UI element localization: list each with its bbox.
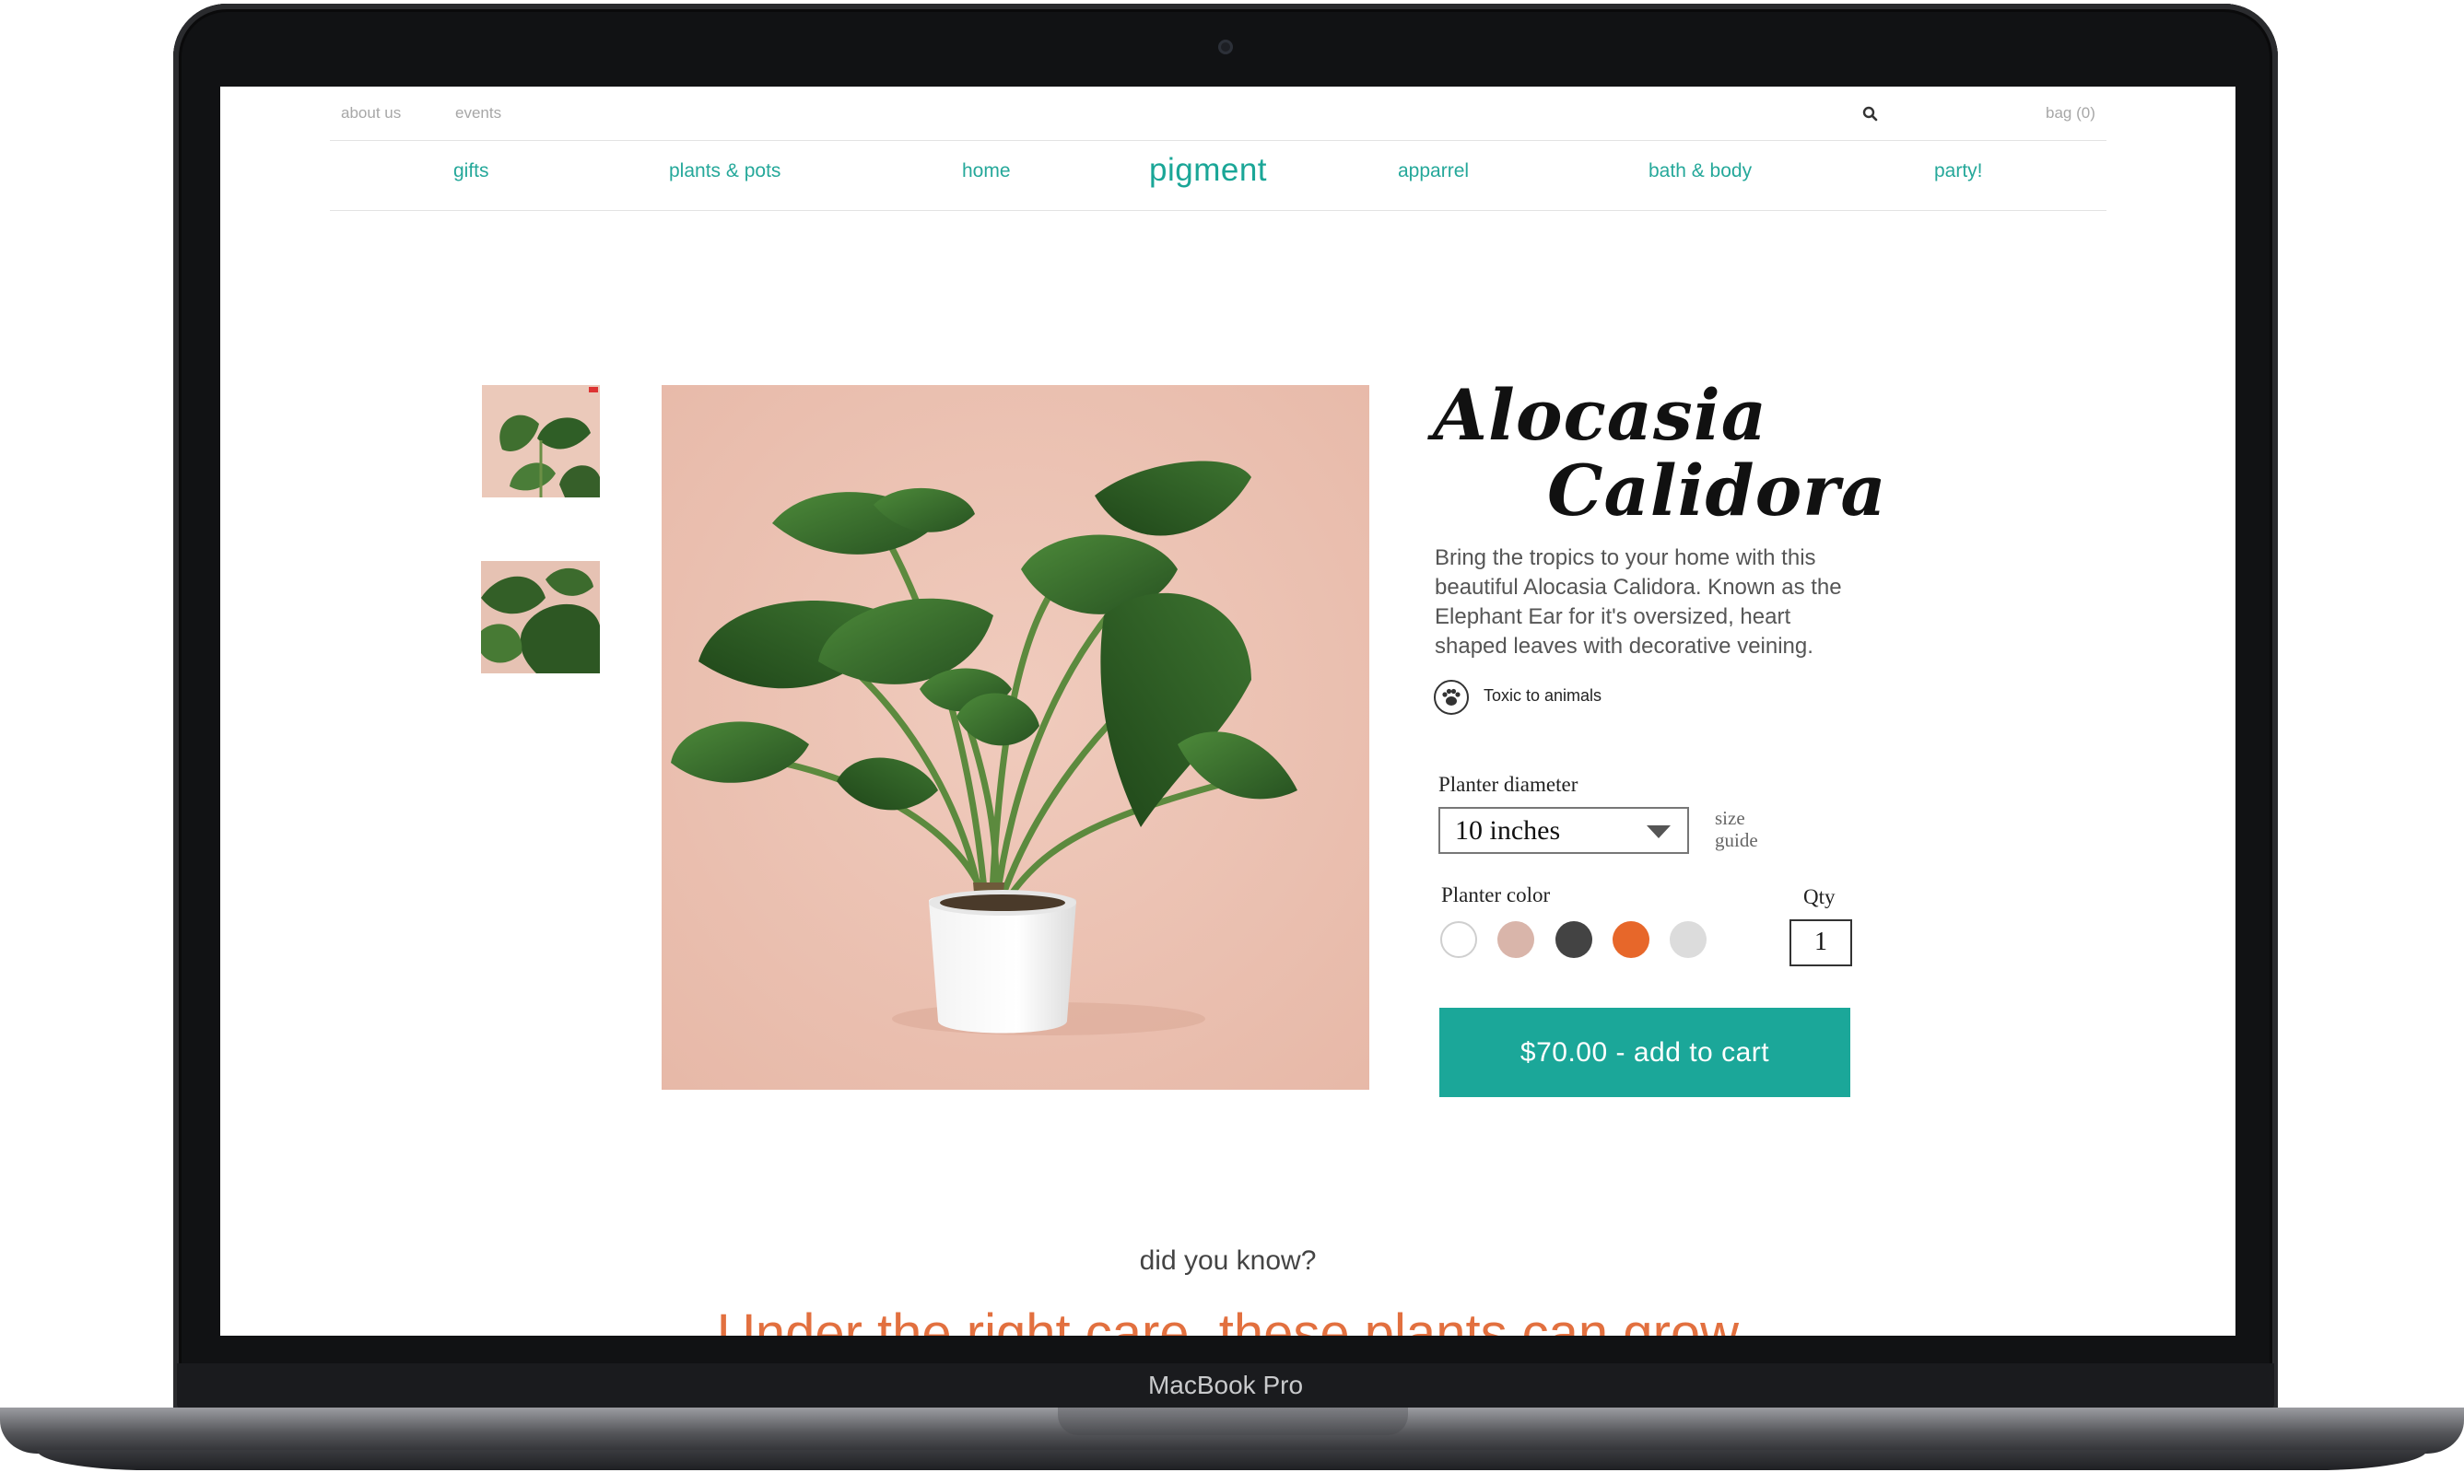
chevron-down-icon [1647, 825, 1671, 838]
product-description: Bring the tropics to your home with this… [1435, 545, 1842, 659]
header-divider [330, 140, 2106, 141]
planter-color-swatch[interactable] [1670, 921, 1707, 958]
planter-color-swatch[interactable] [1613, 921, 1649, 958]
nav-party[interactable]: party! [1934, 160, 1983, 182]
search-icon[interactable] [1861, 105, 1880, 123]
product-title-line-1: Alocasia [1433, 374, 1767, 456]
nav-gifts[interactable]: gifts [453, 160, 489, 182]
laptop-chin: MacBook Pro [177, 1363, 2274, 1409]
did-you-know-heading: did you know? [1139, 1245, 1317, 1276]
device-label: MacBook Pro [1147, 1371, 1304, 1399]
toxic-label: Toxic to animals [1484, 686, 1602, 705]
site-logo[interactable]: pigment [1149, 152, 1267, 189]
paw-icon [1434, 680, 1469, 715]
add-to-cart-button[interactable]: $70.00 - add to cart [1439, 1008, 1850, 1097]
nav-divider [330, 210, 2106, 211]
planter-diameter-select[interactable]: 10 inches [1438, 807, 1689, 854]
nav-home[interactable]: home [962, 160, 1011, 182]
product-thumbnail[interactable] [482, 385, 600, 497]
planter-diameter-value: 10 inches [1455, 815, 1561, 846]
planter-color-swatch[interactable] [1440, 921, 1477, 958]
plant-fact-text: Under the right care, these plants can g… [716, 1303, 1740, 1336]
camera-icon [1218, 40, 1233, 54]
planter-color-swatch[interactable] [1555, 921, 1592, 958]
nav-plants-pots[interactable]: plants & pots [669, 160, 780, 182]
bag-link[interactable]: bag (0) [2046, 104, 2095, 123]
product-title-line-2: Calidora [1547, 450, 1887, 532]
size-guide-link[interactable]: size guide [1715, 807, 1779, 851]
events-link[interactable]: events [455, 104, 501, 123]
planter-color-label: Planter color [1441, 883, 1551, 906]
product-thumbnail[interactable] [481, 561, 600, 673]
laptop-base-edge [37, 1450, 2427, 1470]
qty-label: Qty [1803, 885, 1836, 908]
product-hero-image [662, 385, 1369, 1090]
about-us-link[interactable]: about us [341, 104, 401, 123]
qty-input[interactable]: 1 [1789, 919, 1852, 966]
laptop-notch [1058, 1408, 1408, 1435]
browser-screen: about us events bag (0) gifts plants & p… [220, 87, 2235, 1336]
nav-apparrel[interactable]: apparrel [1398, 160, 1469, 182]
planter-diameter-label: Planter diameter [1438, 773, 1578, 796]
nav-bath-body[interactable]: bath & body [1649, 160, 1752, 182]
planter-color-swatch[interactable] [1497, 921, 1534, 958]
